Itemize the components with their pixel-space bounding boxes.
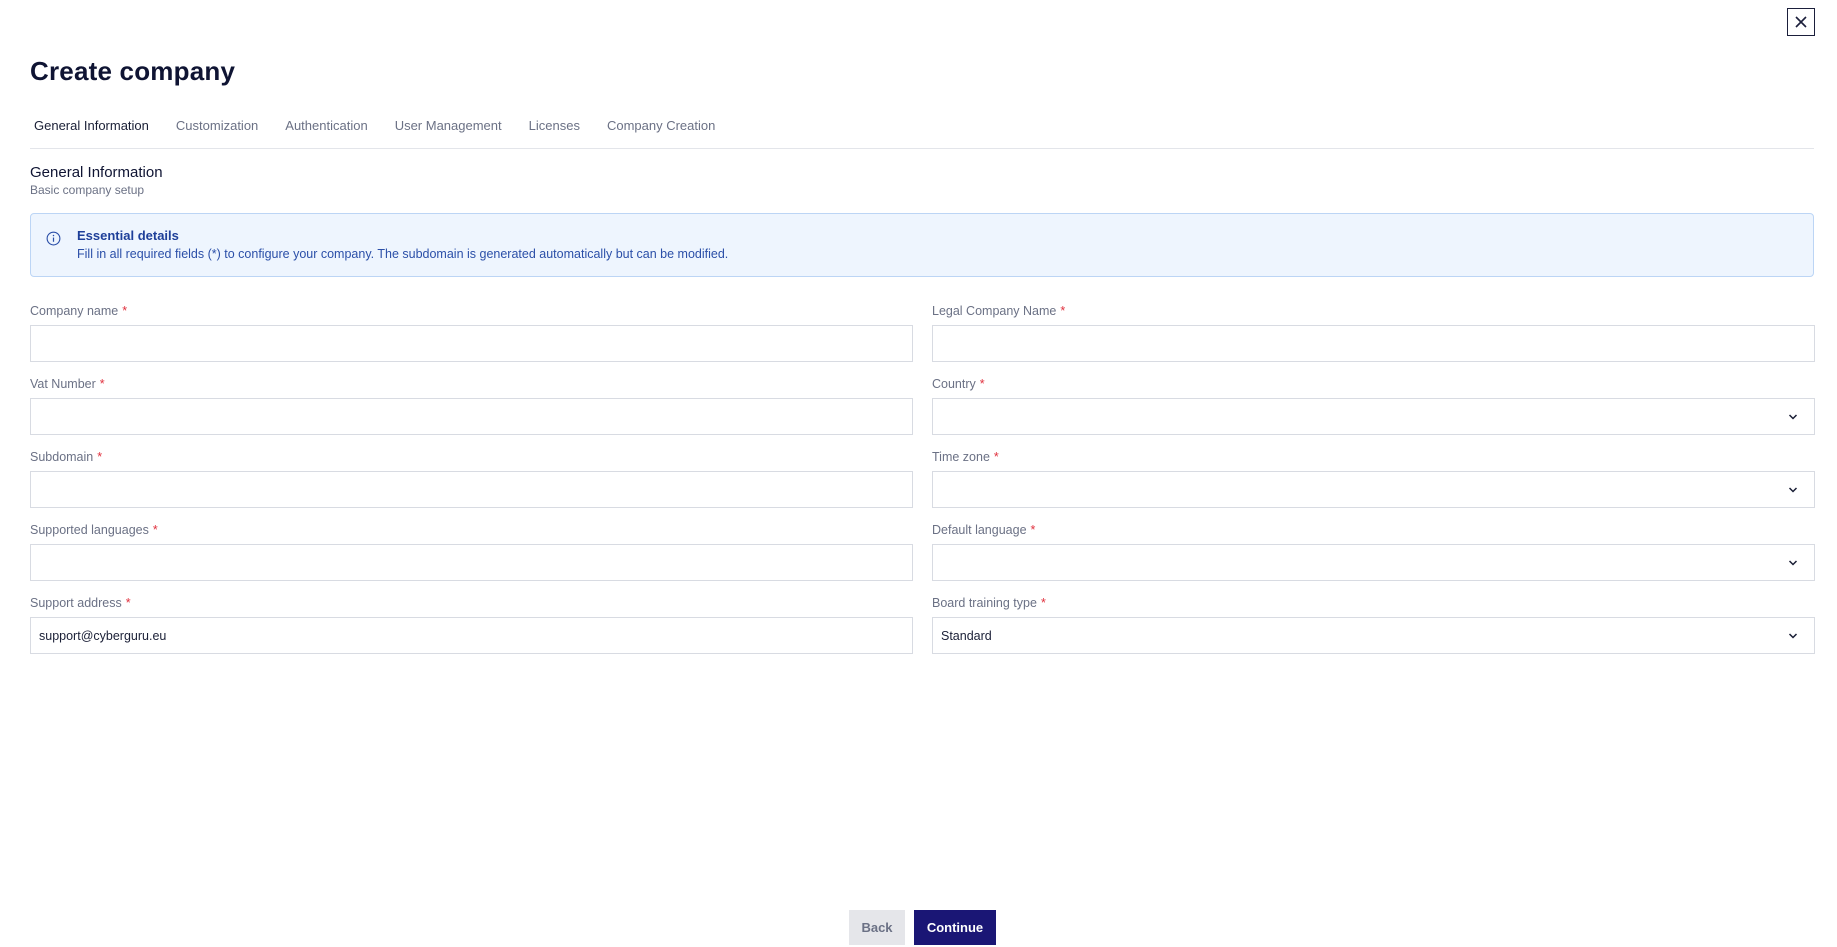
required-marker: *: [1060, 304, 1066, 318]
tab-licenses[interactable]: Licenses: [525, 112, 584, 149]
time-zone-select[interactable]: [932, 471, 1815, 508]
vat-number-input[interactable]: [30, 398, 913, 435]
support-address-label: Support address: [30, 596, 122, 610]
close-icon: [1795, 16, 1807, 28]
supported-languages-field-group: Supported languages *: [30, 522, 913, 581]
info-icon: [46, 231, 61, 246]
close-button[interactable]: [1787, 8, 1815, 36]
country-label: Country: [932, 377, 976, 391]
time-zone-field-group: Time zone *: [932, 449, 1815, 508]
page-title: Create company: [30, 56, 236, 86]
tab-user-management[interactable]: User Management: [391, 112, 506, 149]
board-training-type-label: Board training type: [932, 596, 1037, 610]
supported-languages-label: Supported languages: [30, 523, 149, 537]
tab-authentication[interactable]: Authentication: [281, 112, 371, 149]
board-training-type-field-group: Board training type * Standard: [932, 595, 1815, 654]
tab-customization[interactable]: Customization: [172, 112, 262, 149]
support-address-input[interactable]: [30, 617, 913, 654]
country-select[interactable]: [932, 398, 1815, 435]
tab-bar: General Information Customization Authen…: [30, 112, 1814, 149]
default-language-field-group: Default language *: [932, 522, 1815, 581]
required-marker: *: [97, 450, 103, 464]
board-training-type-select[interactable]: Standard: [932, 617, 1815, 654]
subdomain-field-group: Subdomain *: [30, 449, 913, 508]
back-button[interactable]: Back: [849, 910, 905, 945]
default-language-label: Default language: [932, 523, 1027, 537]
required-marker: *: [122, 304, 128, 318]
country-field-group: Country *: [932, 376, 1815, 435]
create-company-page: Create company General Information Custo…: [0, 0, 1837, 947]
chevron-down-icon: [1788, 487, 1798, 493]
required-marker: *: [993, 450, 999, 464]
legal-name-input[interactable]: [932, 325, 1815, 362]
vat-number-field-group: Vat Number *: [30, 376, 913, 435]
company-name-label: Company name: [30, 304, 119, 318]
support-address-field-group: Support address *: [30, 595, 913, 654]
section-title: General Information: [30, 164, 163, 181]
required-marker: *: [1040, 596, 1046, 610]
legal-name-label: Legal Company Name: [932, 304, 1057, 318]
required-marker: *: [152, 523, 158, 537]
info-banner: Essential details Fill in all required f…: [30, 213, 1814, 277]
default-language-select[interactable]: [932, 544, 1815, 581]
required-marker: *: [1030, 523, 1036, 537]
tab-company-creation[interactable]: Company Creation: [603, 112, 719, 149]
vat-number-label: Vat Number: [30, 377, 96, 391]
required-marker: *: [125, 596, 131, 610]
legal-name-field-group: Legal Company Name *: [932, 303, 1815, 362]
subdomain-label: Subdomain: [30, 450, 94, 464]
section-subtitle: Basic company setup: [30, 183, 145, 197]
chevron-down-icon: [1788, 414, 1798, 420]
board-training-type-value: Standard: [941, 628, 992, 643]
subdomain-input[interactable]: [30, 471, 913, 508]
company-name-field-group: Company name *: [30, 303, 913, 362]
required-marker: *: [99, 377, 105, 391]
info-text: Fill in all required fields (*) to confi…: [77, 247, 729, 261]
info-title: Essential details: [77, 228, 179, 243]
chevron-down-icon: [1788, 560, 1798, 566]
supported-languages-multiselect[interactable]: [30, 544, 913, 581]
company-name-input[interactable]: [30, 325, 913, 362]
required-marker: *: [979, 377, 985, 391]
time-zone-label: Time zone: [932, 450, 990, 464]
tab-general-information[interactable]: General Information: [30, 112, 153, 149]
chevron-down-icon: [1788, 633, 1798, 639]
continue-button[interactable]: Continue: [914, 910, 996, 945]
